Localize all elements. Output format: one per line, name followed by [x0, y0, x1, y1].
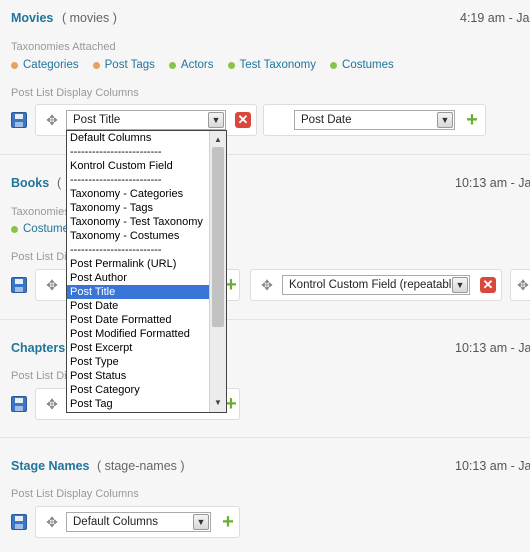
taxonomy-link-test-taxonomy[interactable]: Test Taxonomy: [227, 59, 317, 71]
dropdown-option[interactable]: Post Date: [67, 299, 210, 313]
dropdown-option[interactable]: Post Date Formatted: [67, 313, 210, 327]
orange-dot-icon: [92, 61, 100, 69]
post-type-section-stage-names: Stage Names ( stage-names ) 10:13 am - J…: [0, 438, 530, 552]
section-timestamp: 4:19 am - Jan: [460, 11, 530, 25]
dropdown-option[interactable]: Taxonomy - Categories: [67, 187, 210, 201]
dropdown-option[interactable]: Post Modified Formatted: [67, 327, 210, 341]
section-title[interactable]: Movies: [11, 11, 53, 25]
section-timestamp: 10:13 am - Jan: [455, 459, 530, 473]
move-handle-icon[interactable]: ✥: [44, 277, 60, 293]
dropdown-option[interactable]: Post Category: [67, 383, 210, 397]
taxonomy-link-costumes[interactable]: Costumes: [330, 59, 394, 71]
column-dropdown-list[interactable]: Default Columns -------------------------…: [66, 130, 227, 413]
green-dot-icon: [330, 61, 338, 69]
taxonomy-label: Categories: [23, 59, 79, 71]
dropdown-option[interactable]: -------------------------: [67, 173, 210, 187]
dropdown-option[interactable]: Post Tag: [67, 397, 210, 411]
dropdown-option[interactable]: Post Title: [67, 285, 210, 299]
dropdown-option[interactable]: Taxonomy - Test Taxonomy: [67, 215, 210, 229]
section-title[interactable]: Books: [11, 176, 49, 190]
taxonomy-link-costumes[interactable]: Costume: [11, 223, 69, 235]
taxonomy-label: Post Tags: [104, 59, 155, 71]
dropdown-option[interactable]: -------------------------: [67, 243, 210, 257]
taxonomy-list: Categories Post Tags Actors Test Taxonom…: [11, 59, 408, 71]
save-icon[interactable]: [11, 396, 27, 412]
section-slug: (: [57, 176, 62, 190]
column-select[interactable]: Post Date ▼: [294, 110, 455, 130]
dropdown-option[interactable]: Post Excerpt: [67, 341, 210, 355]
taxonomy-label: Costumes: [342, 59, 394, 71]
chevron-down-icon: ▼: [437, 112, 453, 128]
select-value: Post Date: [301, 114, 352, 126]
chevron-down-icon: ▼: [452, 277, 468, 293]
select-value: Default Columns: [73, 516, 159, 528]
column-box-2: ✥ Kontrol Custom Field (repeatable) ▼ ✕: [250, 269, 502, 301]
save-icon[interactable]: [11, 112, 27, 128]
taxonomies-label: Taxonomies: [11, 206, 70, 218]
add-column-icon[interactable]: +: [464, 110, 480, 130]
taxonomy-link-actors[interactable]: Actors: [168, 59, 214, 71]
dropdown-option[interactable]: Post Author: [67, 271, 210, 285]
save-icon[interactable]: [11, 277, 27, 293]
column-box-3: ✥: [510, 269, 530, 301]
section-slug: ( stage-names ): [97, 459, 185, 473]
section-slug: ( movies ): [62, 11, 117, 25]
green-dot-icon: [11, 225, 18, 233]
dropdown-option[interactable]: -------------------------: [67, 145, 210, 159]
chevron-down-icon: ▼: [193, 514, 209, 530]
column-box-1: ✥ Default Columns ▼ +: [35, 506, 240, 538]
move-handle-icon[interactable]: ✥: [44, 514, 60, 530]
remove-column-icon[interactable]: ✕: [480, 277, 496, 293]
scroll-down-icon[interactable]: ▼: [210, 396, 226, 410]
move-handle-icon[interactable]: ✥: [259, 277, 275, 293]
dropdown-scrollbar[interactable]: ▲ ▼: [209, 131, 226, 412]
section-timestamp: 10:13 am - Jan: [455, 341, 530, 355]
taxonomies-label: Taxonomies Attached: [11, 41, 116, 53]
green-dot-icon: [168, 61, 176, 69]
taxonomy-label: Costume: [23, 223, 70, 235]
columns-label: Post List Display Columns: [11, 488, 139, 500]
dropdown-option[interactable]: Kontrol Custom Field: [67, 159, 210, 173]
chevron-down-icon: ▼: [208, 112, 224, 128]
dropdown-option[interactable]: Taxonomy - Tags: [67, 201, 210, 215]
scroll-up-icon[interactable]: ▲: [210, 133, 226, 147]
move-handle-icon[interactable]: ✥: [515, 277, 530, 293]
dropdown-option[interactable]: Default Columns: [67, 131, 210, 145]
section-title[interactable]: Chapters: [11, 341, 65, 355]
column-select[interactable]: Default Columns ▼: [66, 512, 211, 532]
taxonomy-label: Actors: [180, 59, 214, 71]
move-handle-icon[interactable]: ✥: [44, 112, 60, 128]
taxonomy-label: Test Taxonomy: [239, 59, 317, 71]
select-value: Post Title: [73, 114, 121, 126]
section-title[interactable]: Stage Names: [11, 459, 90, 473]
dropdown-options: Default Columns -------------------------…: [67, 131, 210, 411]
add-column-icon[interactable]: +: [220, 512, 236, 532]
save-icon[interactable]: [11, 514, 27, 530]
dropdown-option[interactable]: Post Type: [67, 355, 210, 369]
move-handle-icon[interactable]: ✥: [44, 396, 60, 412]
dropdown-option[interactable]: Taxonomy - Costumes: [67, 229, 210, 243]
taxonomy-link-categories[interactable]: Categories: [11, 59, 79, 71]
dropdown-option[interactable]: Post Status: [67, 369, 210, 383]
column-select[interactable]: Kontrol Custom Field (repeatable) ▼: [282, 275, 470, 295]
dropdown-option[interactable]: Post Permalink (URL): [67, 257, 210, 271]
select-value: Kontrol Custom Field (repeatable): [289, 279, 462, 291]
remove-column-icon[interactable]: ✕: [235, 112, 251, 128]
columns-label: Post List Display Columns: [11, 87, 139, 99]
scroll-thumb[interactable]: [212, 147, 224, 327]
green-dot-icon: [227, 61, 235, 69]
taxonomy-link-post-tags[interactable]: Post Tags: [92, 59, 155, 71]
section-timestamp: 10:13 am - Jan: [455, 176, 530, 190]
column-box-2: ✥ Post Date ▼ +: [263, 104, 486, 136]
orange-dot-icon: [11, 61, 18, 69]
column-select[interactable]: Post Title ▼: [66, 110, 226, 130]
